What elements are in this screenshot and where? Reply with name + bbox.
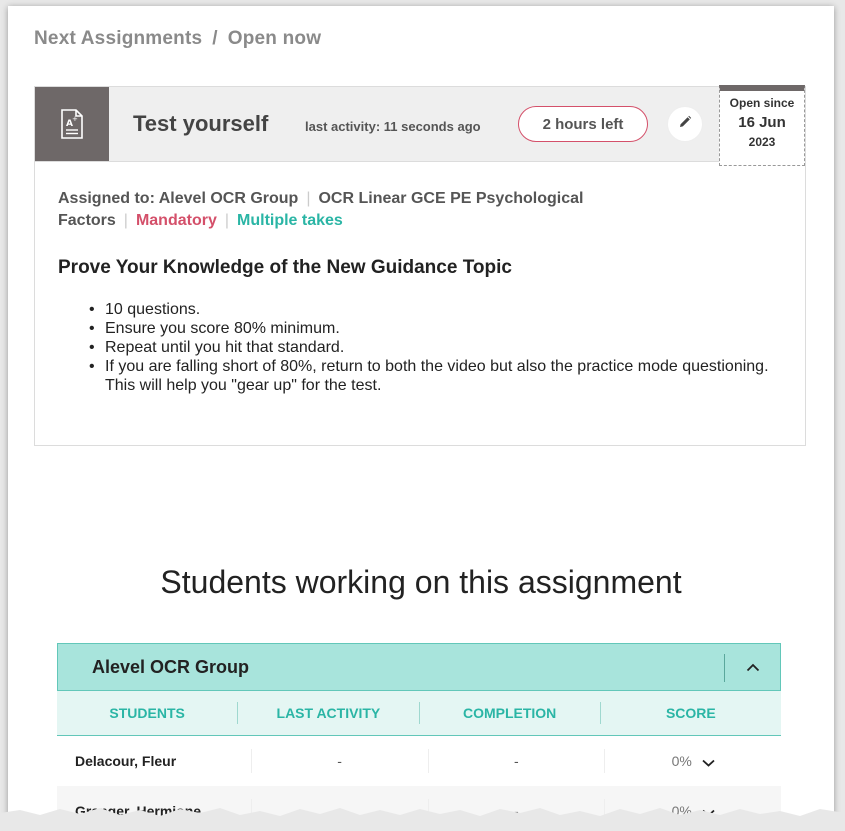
edit-button[interactable] [668,107,702,141]
last-activity-text: last activity: 11 seconds ago [305,119,481,134]
mandatory-tag: Mandatory [135,212,217,229]
open-since-year: 2023 [748,135,776,149]
score-value: 0% [671,753,692,769]
breadcrumb-next-assignments[interactable]: Next Assignments [34,28,202,49]
list-item: 10 questions. [83,300,773,319]
score-cell[interactable]: 0% [605,749,781,773]
table-row[interactable]: Delacour, Fleur - - 0% [57,736,781,786]
completion-cell: - [429,749,606,773]
svg-text:+: + [72,115,78,123]
group-header[interactable]: Alevel OCR Group [57,643,781,691]
chevron-up-icon [746,659,760,677]
pencil-icon [678,115,692,134]
table-header: STUDENTS LAST ACTIVITY COMPLETION SCORE [57,691,781,736]
assigned-to: Assigned to: Alevel OCR Group [58,190,299,207]
assignment-title[interactable]: Test yourself [133,111,268,137]
meta-divider: | [306,190,311,207]
column-completion[interactable]: COMPLETION [420,702,601,724]
collapse-button[interactable] [738,656,768,680]
open-since-box: Open since 16 Jun 2023 [719,85,805,166]
last-activity-cell: - [252,749,429,773]
meta-divider: | [123,212,128,229]
list-item: Repeat until you hit that standard. [83,338,773,357]
torn-edge [0,808,845,831]
list-item: Ensure you score 80% minimum. [83,319,773,338]
column-score[interactable]: SCORE [601,702,781,724]
breadcrumb-open-now[interactable]: Open now [228,28,321,49]
breadcrumb: Next Assignments / Open now [34,28,321,50]
document-grade-icon: A + [35,87,109,161]
chevron-down-icon[interactable] [702,750,715,774]
section-title: Students working on this assignment [160,564,682,600]
multiple-takes-tag: Multiple takes [237,212,343,229]
assignment-meta: Assigned to: Alevel OCR Group | OCR Linear… [58,188,788,232]
breadcrumb-separator: / [212,28,218,49]
assignment-heading: Prove Your Knowledge of the New Guidance… [58,257,512,278]
assignment-card: A + Test yourself last activity: 11 seco… [34,85,806,446]
page: Next Assignments / Open now A + Test yours… [8,6,834,818]
open-since-date: 16 Jun [738,114,786,131]
student-name: Delacour, Fleur [57,749,252,773]
column-last-activity[interactable]: LAST ACTIVITY [238,702,420,724]
time-left-badge: 2 hours left [518,106,648,142]
meta-divider: | [224,212,230,229]
group-name: Alevel OCR Group [92,657,250,677]
assignment-header: A + Test yourself last activity: 11 seco… [35,85,805,166]
group-header-divider [724,654,725,682]
column-students[interactable]: STUDENTS [57,702,239,724]
open-since-label: Open since [729,96,795,110]
instructions-list: 10 questions. Ensure you score 80% minim… [83,300,773,395]
list-item: If you are falling short of 80%, return … [83,357,773,395]
